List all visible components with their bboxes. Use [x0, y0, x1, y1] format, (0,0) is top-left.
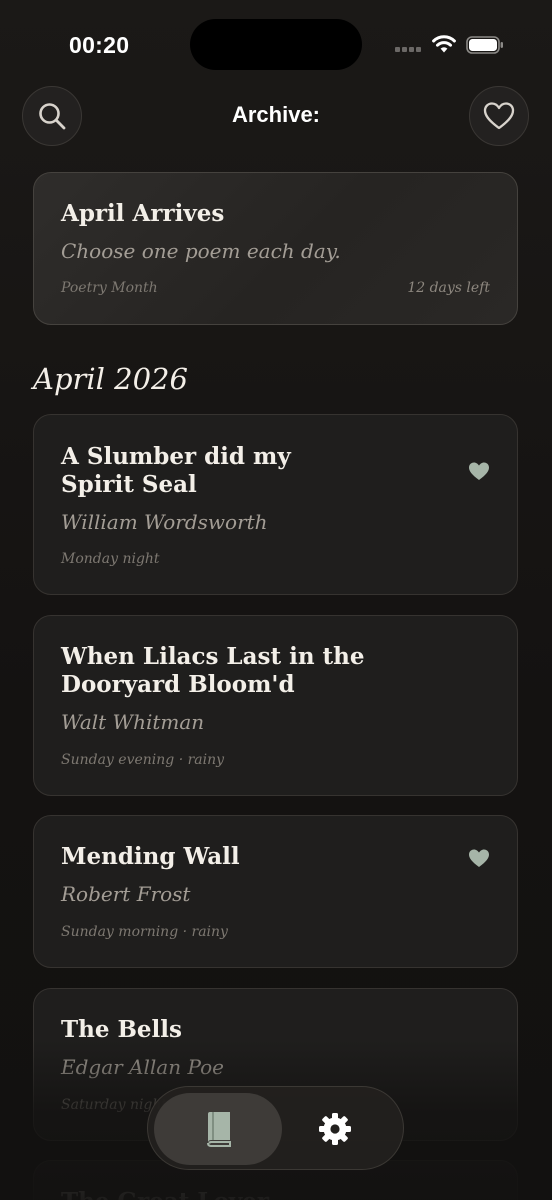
cellular-signal-icon [395, 47, 423, 53]
dynamic-island [190, 19, 362, 70]
wifi-icon [432, 35, 456, 53]
poem-title: Mending Wall [61, 843, 240, 870]
tab-bar [147, 1086, 404, 1170]
poetry-month-card[interactable]: April Arrives Choose one poem each day. … [33, 172, 518, 325]
heart-filled-icon[interactable] [468, 848, 490, 868]
poem-author: William Wordsworth [61, 510, 268, 534]
poem-author: Robert Frost [61, 882, 191, 906]
heart-filled-icon[interactable] [468, 461, 490, 481]
promo-subtitle: Choose one poem each day. [61, 239, 341, 263]
tab-settings[interactable] [271, 1093, 399, 1165]
battery-icon [466, 36, 503, 54]
favorites-button[interactable] [469, 86, 529, 146]
poem-title: When Lilacs Last in the Dooryard Bloom'd [61, 643, 365, 698]
poem-meta: Sunday evening · rainy [61, 752, 225, 768]
promo-title: April Arrives [61, 200, 225, 227]
poem-title: A Slumber did my Spirit Seal [61, 443, 291, 498]
poem-card[interactable]: A Slumber did my Spirit Seal William Word… [33, 414, 518, 595]
poem-meta: Sunday morning · rainy [61, 924, 228, 940]
poem-title: The Bells [61, 1016, 182, 1043]
tab-library[interactable] [154, 1093, 282, 1165]
heart-outline-icon [483, 102, 515, 130]
poem-author: Edgar Allan Poe [61, 1055, 224, 1079]
poem-meta: Monday night [61, 551, 160, 567]
poem-title: The Great Lover [61, 1188, 269, 1200]
status-time: 00:20 [69, 32, 130, 58]
gear-icon [319, 1113, 351, 1145]
section-title: April 2026 [33, 362, 188, 396]
poem-card[interactable]: Mending Wall Robert Frost Sunday morning… [33, 815, 518, 968]
poem-card[interactable]: When Lilacs Last in the Dooryard Bloom'd … [33, 615, 518, 796]
status-bar: 00:20 [0, 0, 552, 90]
book-icon [207, 1112, 231, 1147]
poem-author: Walt Whitman [61, 710, 205, 734]
promo-days-left: 12 days left [407, 280, 490, 296]
promo-tag: Poetry Month [61, 280, 158, 296]
